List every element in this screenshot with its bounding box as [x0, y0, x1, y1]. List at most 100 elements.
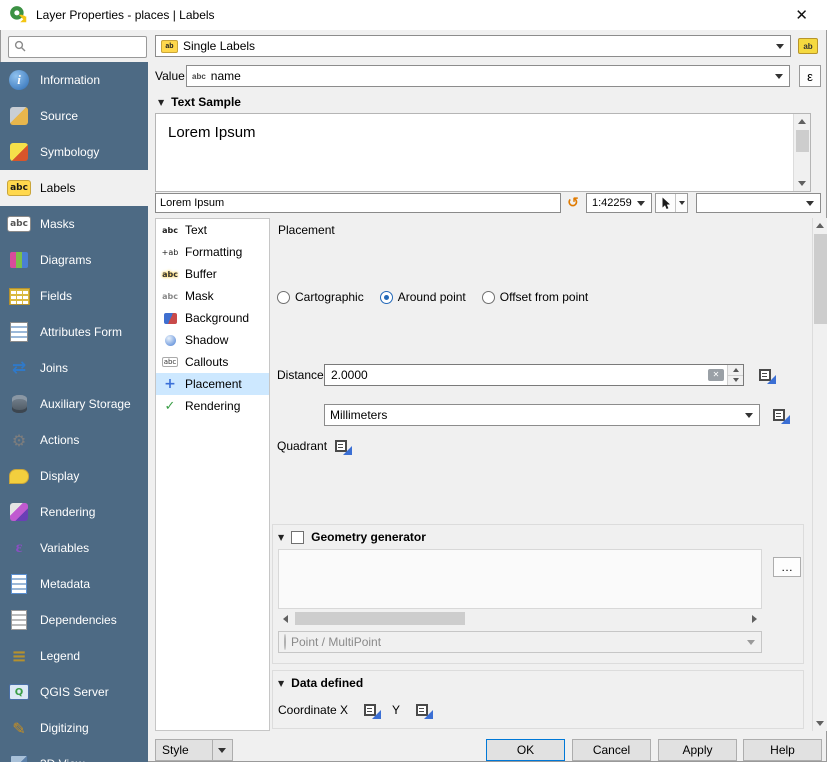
collapse-triangle-icon[interactable]: ▼ — [278, 679, 284, 688]
preview-scale-combo[interactable]: 1:42259 — [586, 193, 652, 213]
sample-scrollbar[interactable] — [793, 114, 810, 191]
chevron-down-icon — [776, 44, 784, 49]
sidebar-item-fields[interactable]: Fields — [0, 278, 148, 314]
quadrant-label: Quadrant — [277, 434, 327, 458]
divider — [212, 740, 213, 760]
expression-more-button[interactable]: … — [773, 557, 801, 577]
scroll-track[interactable] — [293, 611, 747, 626]
distance-units-combo[interactable]: Millimeters — [324, 404, 760, 426]
sidebar-item-masks[interactable]: Masks — [0, 206, 148, 242]
scroll-down-icon[interactable] — [794, 176, 810, 191]
tab-placement[interactable]: Placement — [156, 373, 269, 395]
tab-label: Shadow — [185, 333, 228, 347]
geometry-generator-checkbox[interactable] — [291, 531, 304, 544]
sidebar-item-attributes-form[interactable]: Attributes Form — [0, 314, 148, 350]
source-icon — [7, 104, 31, 128]
data-defined-icon — [759, 369, 771, 381]
panel-title: Placement — [278, 223, 335, 237]
sidebar-item-labels[interactable]: Labels — [0, 170, 148, 206]
sidebar-item-3d-view[interactable]: 3D View — [0, 746, 148, 762]
search-input[interactable] — [30, 39, 141, 55]
radio-around-point[interactable]: Around point — [380, 290, 466, 304]
scroll-track[interactable] — [813, 233, 827, 716]
clear-icon[interactable]: ✕ — [708, 369, 724, 381]
sidebar-item-auxiliary-storage[interactable]: Auxiliary Storage — [0, 386, 148, 422]
tab-formatting[interactable]: Formatting — [156, 241, 269, 263]
sample-text-input[interactable] — [155, 193, 561, 213]
sidebar-item-legend[interactable]: Legend — [0, 638, 148, 674]
label-settings-tabs: TextFormattingBufferMaskBackground Shadow… — [155, 218, 270, 731]
actions-icon — [7, 428, 31, 452]
style-menu-button[interactable]: Style — [155, 739, 233, 761]
sidebar-item-information[interactable]: Information — [0, 62, 148, 98]
map-canvas-preview-button[interactable] — [655, 193, 688, 213]
collapse-triangle-icon[interactable]: ▼ — [278, 533, 284, 542]
text-sample-header[interactable]: ▼ Text Sample — [158, 94, 241, 110]
value-field-combo[interactable]: abc name — [186, 65, 790, 87]
close-button[interactable]: ✕ — [789, 6, 814, 25]
spin-up-button[interactable] — [728, 365, 743, 375]
coordinate-y-data-defined-button[interactable] — [409, 698, 435, 722]
scroll-thumb[interactable] — [814, 234, 827, 324]
tab-label: Rendering — [185, 399, 240, 413]
tab-shadow[interactable]: Shadow — [156, 329, 269, 351]
distance-input[interactable]: 2.0000 ✕ — [324, 364, 744, 386]
apply-button[interactable]: Apply — [658, 739, 737, 761]
callouts-icon — [159, 353, 181, 371]
panel-scrollbar[interactable] — [812, 218, 827, 731]
scroll-down-icon[interactable] — [813, 716, 827, 731]
sidebar-item-joins[interactable]: Joins — [0, 350, 148, 386]
sidebar-item-actions[interactable]: Actions — [0, 422, 148, 458]
coordinate-x-data-defined-button[interactable] — [357, 698, 383, 722]
sidebar-search[interactable] — [8, 36, 147, 58]
sidebar-item-digitizing[interactable]: Digitizing — [0, 710, 148, 746]
cancel-button[interactable]: Cancel — [572, 739, 651, 761]
chevron-down-icon — [745, 413, 753, 418]
sidebar-item-metadata[interactable]: Metadata — [0, 566, 148, 602]
tab-text[interactable]: Text — [156, 219, 269, 241]
scroll-track[interactable] — [794, 129, 810, 176]
help-button[interactable]: Help — [743, 739, 822, 761]
reset-sample-button[interactable]: ↺ — [562, 193, 584, 213]
quadrant-data-defined-button[interactable] — [328, 434, 354, 458]
sidebar-item-symbology[interactable]: Symbology — [0, 134, 148, 170]
label-type-combo[interactable]: Single Labels — [155, 35, 791, 57]
automated-placement-button[interactable] — [794, 34, 822, 58]
tab-background[interactable]: Background — [156, 307, 269, 329]
sidebar-item-diagrams[interactable]: Diagrams — [0, 242, 148, 278]
radio-cartographic[interactable]: Cartographic — [277, 290, 364, 304]
radio-label: Cartographic — [295, 290, 364, 304]
sidebar-item-label: Digitizing — [40, 721, 89, 735]
sidebar-item-qgis-server[interactable]: QGIS Server — [0, 674, 148, 710]
scroll-left-icon[interactable] — [278, 611, 293, 626]
sidebar-item-variables[interactable]: Variables — [0, 530, 148, 566]
tab-rendering[interactable]: Rendering — [156, 395, 269, 417]
diagrams-icon — [7, 248, 31, 272]
collapse-triangle-icon: ▼ — [158, 98, 164, 107]
geometry-generator-group: ▼ Geometry generator … Point / MultiPoin… — [272, 524, 804, 664]
expression-builder-button[interactable]: ε — [799, 65, 821, 87]
scroll-thumb[interactable] — [796, 130, 809, 152]
tab-mask[interactable]: Mask — [156, 285, 269, 307]
sidebar-item-rendering[interactable]: Rendering — [0, 494, 148, 530]
units-data-defined-button[interactable] — [766, 403, 792, 427]
scroll-thumb[interactable] — [295, 612, 465, 625]
expression-hscrollbar[interactable] — [278, 611, 762, 626]
tab-callouts[interactable]: Callouts — [156, 351, 269, 373]
sidebar-item-source[interactable]: Source — [0, 98, 148, 134]
abc-field-icon: abc — [192, 72, 206, 81]
sidebar-item-dependencies[interactable]: Dependencies — [0, 602, 148, 638]
coordinate-x-label: Coordinate X — [278, 703, 348, 717]
spin-down-button[interactable] — [728, 375, 743, 386]
scroll-up-icon[interactable] — [794, 114, 810, 129]
scroll-right-icon[interactable] — [747, 611, 762, 626]
sidebar-item-display[interactable]: Display — [0, 458, 148, 494]
distance-data-defined-button[interactable] — [752, 363, 778, 387]
radio-button-icon — [277, 291, 290, 304]
radio-offset-from-point[interactable]: Offset from point — [482, 290, 588, 304]
preview-background-combo[interactable] — [696, 193, 821, 213]
chevron-down-icon[interactable] — [675, 194, 687, 212]
scroll-up-icon[interactable] — [813, 218, 827, 233]
tab-buffer[interactable]: Buffer — [156, 263, 269, 285]
ok-button[interactable]: OK — [486, 739, 565, 761]
